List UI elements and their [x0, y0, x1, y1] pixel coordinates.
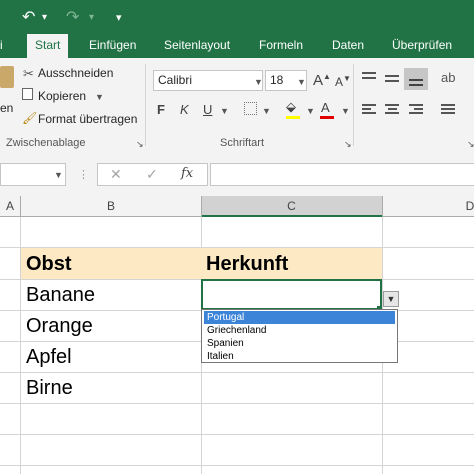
- grid-line: [0, 403, 474, 404]
- align-center-icon[interactable]: [385, 104, 399, 114]
- cell-b5[interactable]: Apfel: [26, 346, 72, 369]
- cut-button[interactable]: Ausschneiden: [38, 66, 113, 80]
- copy-dropdown-icon[interactable]: ▼: [95, 92, 104, 102]
- dropdown-option-spanien[interactable]: Spanien: [204, 337, 395, 350]
- cancel-icon[interactable]: ✕: [110, 166, 122, 183]
- column-header-a[interactable]: A: [0, 196, 20, 217]
- align-right-icon[interactable]: [409, 104, 423, 114]
- font-size-value: 18: [270, 73, 284, 87]
- validation-dropdown-list: Portugal Griechenland Spanien Italien: [201, 309, 398, 363]
- ribbon-divider: [353, 64, 354, 146]
- formula-bar-grip-icon: ⋮: [78, 169, 89, 181]
- grid-line: [0, 434, 474, 435]
- column-separator: [20, 196, 21, 217]
- grow-font-icon[interactable]: A▲: [313, 72, 331, 89]
- column-header-c[interactable]: C: [201, 196, 382, 217]
- cell-b3[interactable]: Banane: [26, 284, 95, 307]
- clipboard-launcher-icon[interactable]: ↘: [136, 139, 144, 150]
- formula-input[interactable]: [210, 163, 474, 186]
- fill-color-dropdown-icon[interactable]: ▼: [306, 106, 315, 116]
- paste-icon[interactable]: [0, 66, 14, 88]
- font-name-field[interactable]: Calibri: [153, 70, 263, 91]
- tab-page-layout[interactable]: Seitenlayout: [164, 38, 230, 52]
- dropdown-option-portugal[interactable]: Portugal: [204, 311, 395, 324]
- column-header-b[interactable]: B: [21, 196, 201, 217]
- format-painter-button[interactable]: Format übertragen: [38, 112, 137, 126]
- font-name-value: Calibri: [158, 73, 193, 87]
- align-middle-icon[interactable]: [385, 75, 399, 82]
- font-color-icon[interactable]: A: [321, 100, 330, 115]
- tab-formulas[interactable]: Formeln: [259, 38, 303, 52]
- grid-line: [0, 465, 474, 466]
- copy-icon[interactable]: [22, 88, 33, 100]
- cell-b6[interactable]: Birne: [26, 377, 73, 400]
- scissors-icon[interactable]: ✂: [23, 66, 34, 82]
- fill-color-icon[interactable]: ⬙: [286, 99, 296, 115]
- font-size-dropdown-icon[interactable]: ▼: [297, 77, 306, 87]
- underline-dropdown-icon[interactable]: ▼: [220, 106, 229, 116]
- underline-button[interactable]: U: [203, 102, 212, 117]
- tab-data[interactable]: Daten: [332, 38, 364, 52]
- dropdown-option-italien[interactable]: Italien: [204, 350, 395, 363]
- redo-dropdown-icon[interactable]: ▾: [89, 12, 94, 23]
- undo-icon[interactable]: ↶: [22, 7, 35, 27]
- font-color-dropdown-icon[interactable]: ▼: [341, 106, 350, 116]
- column-separator: [382, 196, 383, 217]
- ribbon-divider: [145, 64, 146, 146]
- name-box-dropdown-icon[interactable]: ▼: [54, 170, 63, 180]
- undo-dropdown-icon[interactable]: ▾: [42, 12, 47, 23]
- tab-insert[interactable]: Einfügen: [89, 38, 136, 52]
- redo-icon[interactable]: ↷: [66, 7, 79, 27]
- active-cell-c3[interactable]: [201, 279, 382, 310]
- shrink-font-icon[interactable]: A▼: [335, 74, 351, 89]
- italic-button[interactable]: K: [180, 102, 189, 117]
- grid-line: [0, 372, 474, 373]
- align-left-icon[interactable]: [362, 104, 376, 114]
- header-cell-herkunft[interactable]: Herkunft: [206, 253, 288, 276]
- decrease-indent-icon[interactable]: [441, 104, 455, 114]
- header-cell-obst[interactable]: Obst: [26, 253, 72, 276]
- copy-button[interactable]: Kopieren: [38, 89, 86, 103]
- align-bottom-button[interactable]: [404, 68, 428, 90]
- bold-button[interactable]: F: [157, 102, 165, 117]
- font-name-dropdown-icon[interactable]: ▼: [254, 77, 263, 87]
- borders-dropdown-icon[interactable]: ▼: [262, 106, 271, 116]
- customize-icon[interactable]: ▾: [116, 11, 122, 24]
- tab-start[interactable]: Start: [27, 34, 69, 58]
- tab-file[interactable]: i: [0, 38, 3, 52]
- column-header-d[interactable]: D: [460, 196, 474, 217]
- column-separator: [201, 196, 202, 217]
- font-group-label: Schriftart: [220, 137, 265, 149]
- font-launcher-icon[interactable]: ↘: [344, 139, 352, 150]
- cell-b4[interactable]: Orange: [26, 315, 93, 338]
- tab-review[interactable]: Überprüfen: [392, 38, 452, 52]
- header-fill: [21, 248, 382, 279]
- enter-icon[interactable]: ✓: [146, 166, 158, 183]
- borders-icon[interactable]: [244, 102, 257, 115]
- fill-color-swatch: [286, 116, 300, 119]
- font-color-swatch: [320, 116, 334, 119]
- dropdown-option-griechenland[interactable]: Griechenland: [204, 324, 395, 337]
- insert-function-icon[interactable]: fx: [181, 166, 193, 181]
- format-painter-icon[interactable]: 🖌: [22, 111, 37, 125]
- paste-button-label[interactable]: en: [0, 101, 13, 115]
- align-top-icon[interactable]: [362, 72, 376, 79]
- alignment-launcher-icon[interactable]: ↘: [467, 139, 474, 150]
- dropdown-arrow-button[interactable]: ▼: [383, 291, 399, 307]
- orientation-icon[interactable]: ab: [441, 70, 455, 85]
- clipboard-group-label: Zwischenablage: [6, 137, 86, 149]
